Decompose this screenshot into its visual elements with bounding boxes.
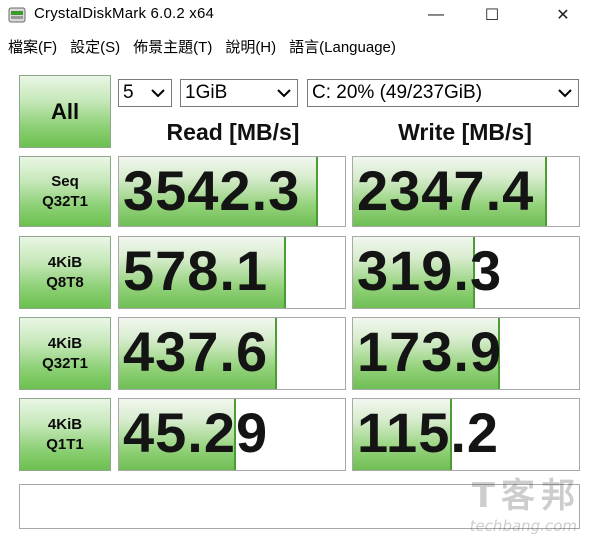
test-count-select[interactable]: 5 bbox=[118, 79, 172, 107]
test-size-value: 1GiB bbox=[185, 82, 228, 103]
chevron-down-icon bbox=[277, 89, 291, 98]
read-result-value: 45.29 bbox=[123, 401, 269, 464]
read-result-value: 578.1 bbox=[123, 239, 269, 302]
window-title: CrystalDiskMark 6.0.2 x64 bbox=[34, 5, 215, 22]
watermark-main-text: T客邦 bbox=[471, 476, 581, 516]
4kib-q32t1-button[interactable]: 4KiB Q32T1 bbox=[19, 317, 111, 390]
write-result-cell: 173.9 bbox=[352, 317, 580, 390]
read-result-value: 437.6 bbox=[123, 320, 269, 383]
menu-bar: 檔案(F) 設定(S) 佈景主題(T) 說明(H) 語言(Language) bbox=[0, 32, 599, 60]
read-result-cell: 45.29 bbox=[118, 398, 346, 471]
write-result-value: 319.3 bbox=[357, 239, 503, 302]
test-label-line1: 4KiB bbox=[47, 415, 83, 433]
test-size-select[interactable]: 1GiB bbox=[180, 79, 298, 107]
4kib-q8t8-button[interactable]: 4KiB Q8T8 bbox=[19, 236, 111, 309]
title-bar: CrystalDiskMark 6.0.2 x64 — ☐ ✕ bbox=[0, 0, 599, 30]
read-result-cell: 578.1 bbox=[118, 236, 346, 309]
write-result-value: 2347.4 bbox=[357, 159, 535, 222]
minimize-button[interactable]: — bbox=[413, 0, 459, 30]
all-button-label: All bbox=[50, 98, 80, 124]
menu-file[interactable]: 檔案(F) bbox=[3, 36, 62, 57]
menu-settings[interactable]: 設定(S) bbox=[65, 36, 125, 57]
test-count-value: 5 bbox=[123, 82, 134, 103]
test-label-line2: Q1T1 bbox=[46, 435, 84, 453]
close-button[interactable]: ✕ bbox=[540, 0, 586, 30]
test-label-line2: Q32T1 bbox=[42, 192, 88, 210]
write-result-cell: 319.3 bbox=[352, 236, 580, 309]
menu-help[interactable]: 說明(H) bbox=[220, 36, 281, 57]
write-result-cell: 2347.4 bbox=[352, 156, 580, 227]
test-label-line1: 4KiB bbox=[47, 334, 83, 352]
4kib-q1t1-button[interactable]: 4KiB Q1T1 bbox=[19, 398, 111, 471]
write-result-value: 173.9 bbox=[357, 320, 503, 383]
test-label-line1: Seq bbox=[51, 172, 79, 190]
test-label-line2: Q32T1 bbox=[42, 354, 88, 372]
read-result-cell: 437.6 bbox=[118, 317, 346, 390]
read-result-cell: 3542.3 bbox=[118, 156, 346, 227]
write-column-header: Write [MB/s] bbox=[398, 119, 532, 145]
chevron-down-icon bbox=[151, 89, 165, 98]
all-button[interactable]: All bbox=[19, 75, 111, 148]
write-result-value: 115.2 bbox=[357, 401, 500, 464]
maximize-icon: ☐ bbox=[484, 7, 500, 24]
read-column-header: Read [MB/s] bbox=[166, 119, 300, 145]
read-result-value: 3542.3 bbox=[123, 159, 301, 222]
minimize-icon: — bbox=[428, 6, 444, 23]
crystaldiskmark-app-icon bbox=[8, 7, 26, 23]
menu-language[interactable]: 語言(Language) bbox=[284, 36, 401, 57]
watermark-sub-text: techbang.com bbox=[469, 517, 577, 535]
test-label-line2: Q8T8 bbox=[46, 273, 84, 291]
drive-value: C: 20% (49/237GiB) bbox=[312, 82, 483, 103]
write-result-cell: 115.2 bbox=[352, 398, 580, 471]
close-icon: ✕ bbox=[556, 7, 570, 24]
chevron-down-icon bbox=[558, 89, 572, 98]
test-label-line1: 4KiB bbox=[47, 253, 83, 271]
maximize-button[interactable]: ☐ bbox=[469, 0, 515, 30]
drive-select[interactable]: C: 20% (49/237GiB) bbox=[307, 79, 579, 107]
seq-q32t1-button[interactable]: Seq Q32T1 bbox=[19, 156, 111, 227]
menu-theme[interactable]: 佈景主題(T) bbox=[128, 36, 217, 57]
techbang-watermark-logo: T客邦 techbang.com bbox=[437, 476, 587, 537]
